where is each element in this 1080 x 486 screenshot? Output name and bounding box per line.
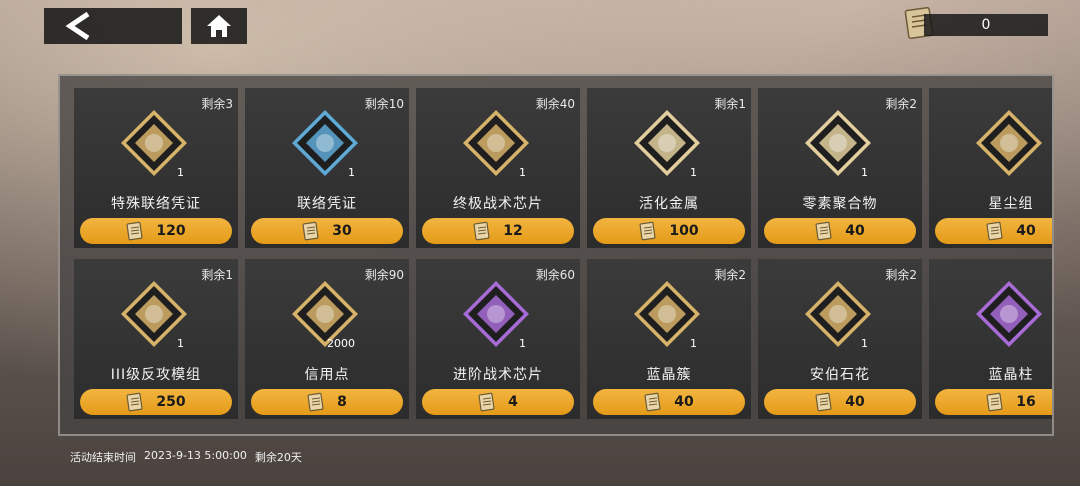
shop-item-card[interactable]: 剩余10 1 联络凭证 30 [245, 88, 409, 248]
item-quantity: 2000 [327, 337, 355, 350]
item-quantity: 1 [177, 166, 184, 179]
voucher-icon [126, 221, 143, 241]
buy-price-button[interactable]: 40 [935, 218, 1052, 244]
voucher-icon [302, 221, 319, 241]
price-value: 4 [508, 394, 518, 410]
item-name: 信用点 [304, 367, 350, 383]
event-remaining-days: 剩余20天 [254, 451, 302, 464]
voucher-icon [986, 221, 1003, 241]
item-name: 联络凭证 [297, 196, 357, 212]
shop-item-card[interactable]: 剩余1 1 活化金属 100 [587, 88, 751, 248]
item-name: 活化金属 [639, 196, 699, 212]
crystal-pillar-icon [976, 281, 1042, 347]
price-value: 40 [1016, 223, 1036, 239]
remaining-stock: 剩余1 [714, 97, 746, 111]
remaining-stock: 剩余10 [364, 97, 404, 111]
remaining-stock: 剩余2 [714, 268, 746, 282]
shop-item-card[interactable]: 剩余60 1 进阶战术芯片 4 [416, 259, 580, 419]
voucher-icon [815, 221, 832, 241]
price-value: 40 [674, 394, 694, 410]
event-end-datetime: 2023-9-13 5:00:00 [144, 449, 247, 462]
remaining-stock: 剩余90 [364, 268, 404, 282]
buy-price-button[interactable]: 4 [422, 389, 574, 415]
buy-price-button[interactable]: 40 [593, 389, 745, 415]
shop-item-card[interactable]: 蓝晶柱 16 [929, 259, 1052, 419]
back-arrow-icon [65, 11, 90, 41]
price-value: 16 [1016, 394, 1036, 410]
price-value: 8 [337, 394, 347, 410]
voucher-icon [644, 392, 661, 412]
buy-price-button[interactable]: 16 [935, 389, 1052, 415]
item-name: 零素聚合物 [802, 196, 878, 212]
remaining-stock: 剩余60 [535, 268, 575, 282]
shop-item-card[interactable]: 剩余2 1 蓝晶簇 40 [587, 259, 751, 419]
item-name: 特殊联络凭证 [111, 196, 201, 212]
event-end-label: 活动结束时间 [70, 451, 136, 464]
buy-price-button[interactable]: 120 [80, 218, 232, 244]
item-quantity: 1 [690, 337, 697, 350]
remaining-stock: 剩余40 [535, 97, 575, 111]
item-quantity: 1 [519, 166, 526, 179]
shop-item-card[interactable]: 剩余1 1 III级反攻模组 250 [74, 259, 238, 419]
item-name: 星尘组 [988, 196, 1034, 212]
item-quantity: 1 [177, 337, 184, 350]
price-value: 120 [156, 223, 186, 239]
item-name: 进阶战术芯片 [453, 367, 543, 383]
back-button[interactable] [44, 8, 182, 44]
voucher-icon [473, 221, 490, 241]
buy-price-button[interactable]: 12 [422, 218, 574, 244]
price-value: 100 [669, 223, 699, 239]
voucher-icon [986, 392, 1003, 412]
price-value: 40 [845, 394, 865, 410]
price-value: 250 [156, 394, 186, 410]
currency-amount: 0 [924, 14, 1048, 36]
item-quantity: 1 [690, 166, 697, 179]
voucher-icon [639, 221, 656, 241]
item-quantity: 1 [519, 337, 526, 350]
item-name: III级反攻模组 [110, 367, 202, 383]
item-name: 终极战术芯片 [453, 196, 543, 212]
voucher-icon [815, 392, 832, 412]
shop-item-card[interactable]: 剩余2 1 零素聚合物 40 [758, 88, 922, 248]
remaining-stock: 剩余3 [201, 97, 233, 111]
shop-item-card[interactable]: 剩余40 1 终极战术芯片 12 [416, 88, 580, 248]
item-quantity: 1 [861, 337, 868, 350]
buy-price-button[interactable]: 250 [80, 389, 232, 415]
price-value: 12 [503, 223, 523, 239]
shop-item-card[interactable]: 星尘组 40 [929, 88, 1052, 248]
remaining-stock: 剩余2 [885, 97, 917, 111]
shop-item-card[interactable]: 剩余3 1 特殊联络凭证 120 [74, 88, 238, 248]
buy-price-button[interactable]: 100 [593, 218, 745, 244]
item-name: 蓝晶簇 [646, 367, 692, 383]
home-button[interactable] [191, 8, 247, 44]
event-end-info: 活动结束时间 2023-9-13 5:00:00 剩余20天 [70, 449, 302, 465]
voucher-icon [307, 392, 324, 412]
item-quantity: 1 [348, 166, 355, 179]
buy-price-button[interactable]: 40 [764, 389, 916, 415]
shop-item-card[interactable]: 剩余90 2000 信用点 8 [245, 259, 409, 419]
shop-item-card[interactable]: 剩余2 1 安伯石花 40 [758, 259, 922, 419]
price-value: 40 [845, 223, 865, 239]
voucher-icon [126, 392, 143, 412]
buy-price-button[interactable]: 40 [764, 218, 916, 244]
home-icon [207, 15, 231, 37]
voucher-icon [478, 392, 495, 412]
buy-price-button[interactable]: 8 [251, 389, 403, 415]
remaining-stock: 剩余2 [885, 268, 917, 282]
hourglass-icon [976, 110, 1042, 176]
price-value: 30 [332, 223, 352, 239]
remaining-stock: 剩余1 [201, 268, 233, 282]
item-name: 蓝晶柱 [988, 367, 1034, 383]
shop-panel: 剩余3 1 特殊联络凭证 120 剩余10 1 联络凭证 30 剩余40 1 终极战术芯片 12 剩余1… [58, 74, 1054, 436]
item-quantity: 1 [861, 166, 868, 179]
item-name: 安伯石花 [810, 367, 870, 383]
buy-price-button[interactable]: 30 [251, 218, 403, 244]
